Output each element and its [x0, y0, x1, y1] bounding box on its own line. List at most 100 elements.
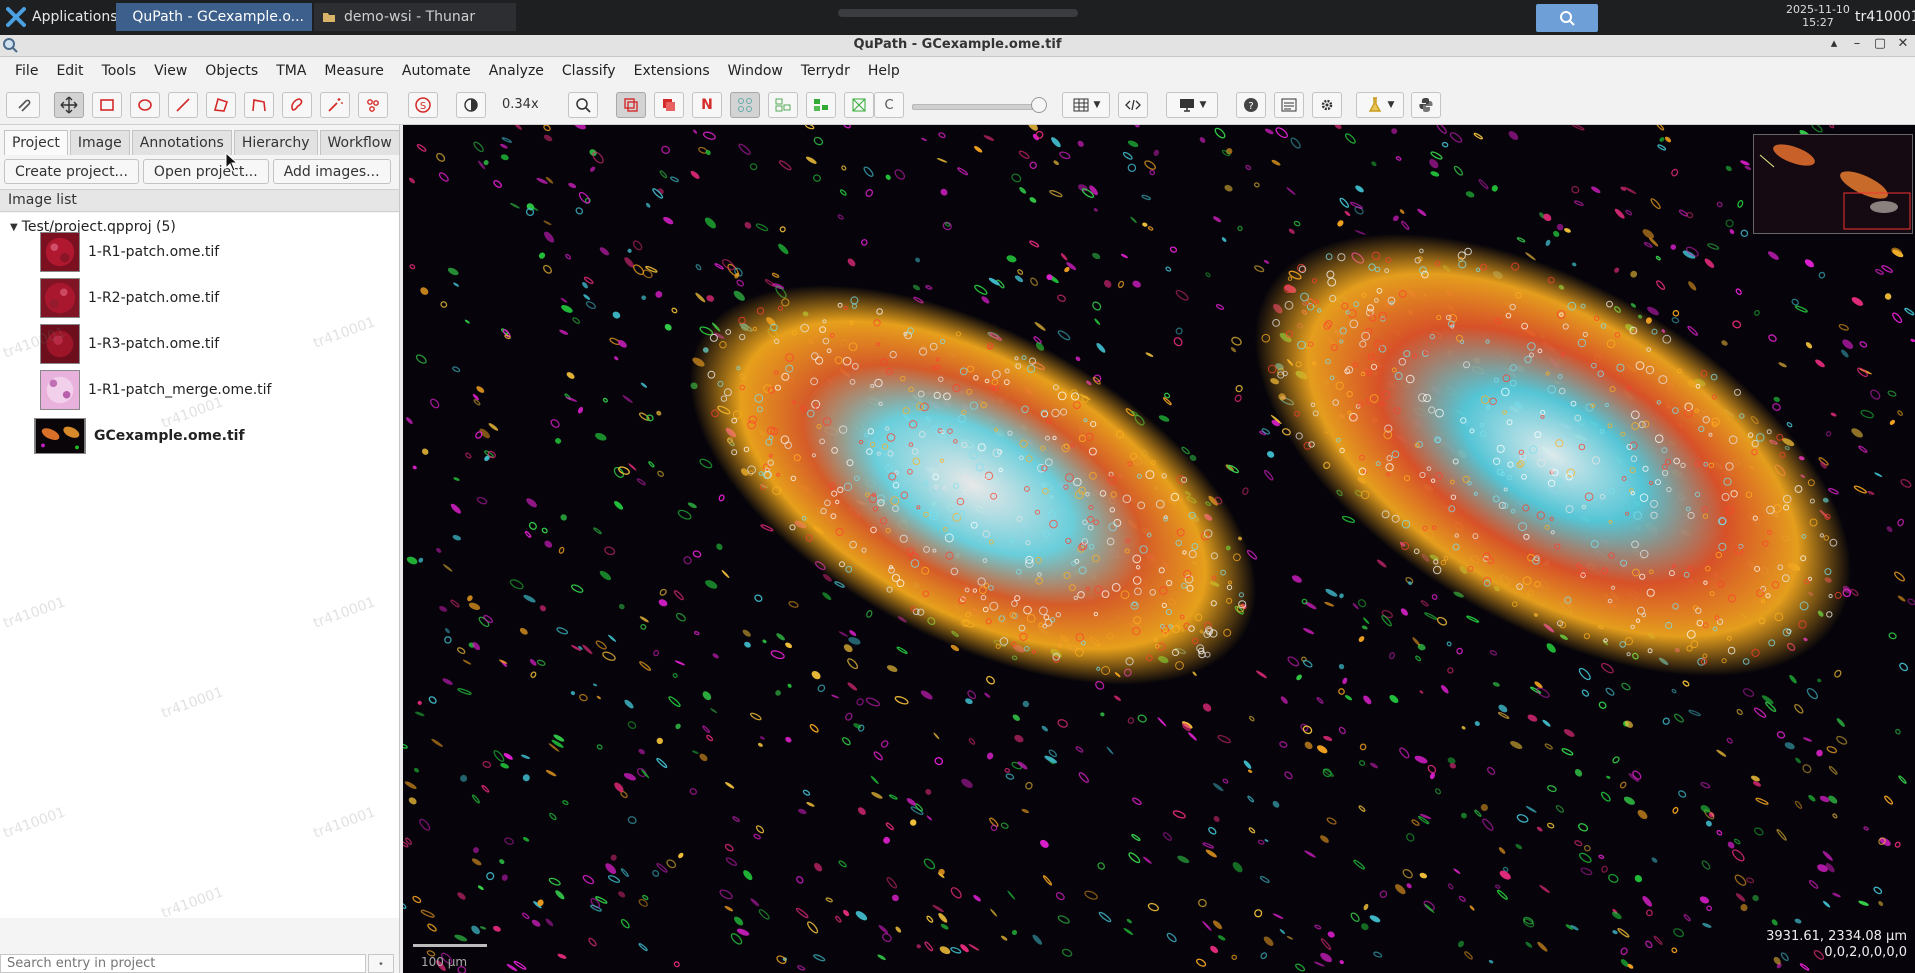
tab-project[interactable]: Project: [4, 130, 68, 155]
show-detections-button[interactable]: [768, 92, 798, 118]
show-tma-grid-button[interactable]: [730, 92, 760, 118]
mouse-pointer-icon: [225, 152, 239, 172]
menu-window[interactable]: Window: [719, 63, 792, 79]
tab-image[interactable]: Image: [69, 130, 130, 155]
overview-thumbnail[interactable]: [1753, 134, 1913, 234]
thumbnail-red-icon: [40, 232, 80, 272]
menu-classify[interactable]: Classify: [553, 63, 625, 79]
brush-icon: [291, 98, 303, 111]
desktop-taskbar: Applications ⋮ QuPath - GCexample.o... d…: [0, 0, 1915, 35]
list-item[interactable]: 1-R1-patch_merge.ome.tif: [40, 370, 271, 410]
window-titlebar[interactable]: QuPath - GCexample.ome.tif ▴ – ▢ ✕: [0, 35, 1915, 57]
open-project-button[interactable]: Open project...: [142, 159, 269, 184]
image-viewer[interactable]: 100 µm 3931.61, 2334.08 µm 0,0,2,0,0,0,0…: [403, 125, 1915, 973]
list-item[interactable]: 1-R2-patch.ome.tif: [40, 278, 219, 318]
rectangle-tool-button[interactable]: [92, 92, 122, 118]
move-arrows-icon: [60, 96, 78, 114]
tab-annotations[interactable]: Annotations: [131, 130, 232, 155]
tab-workflow[interactable]: Workflow: [319, 130, 400, 155]
preferences-button[interactable]: [1312, 92, 1342, 118]
window-maximize-button[interactable]: ▢: [1871, 36, 1889, 51]
show-pixel-classification-button[interactable]: C: [874, 92, 904, 118]
polygon-icon: [213, 97, 229, 112]
script-editor-button[interactable]: [1118, 92, 1148, 118]
disclosure-triangle-icon[interactable]: ▼: [10, 222, 18, 233]
fill-annotations-button[interactable]: [654, 92, 684, 118]
list-item[interactable]: 1-R3-patch.ome.tif: [40, 324, 219, 364]
menu-tools[interactable]: Tools: [93, 63, 146, 79]
tab-hierarchy[interactable]: Hierarchy: [233, 130, 318, 155]
opacity-slider-track[interactable]: [912, 104, 1044, 110]
show-analysis-pane-button[interactable]: [6, 92, 40, 118]
move-tool-button[interactable]: [54, 92, 84, 118]
analysis-pane: Project Image Annotations Hierarchy Work…: [0, 125, 400, 973]
menu-measure[interactable]: Measure: [315, 63, 393, 79]
project-search-input[interactable]: [0, 954, 366, 973]
line-icon: [176, 98, 190, 112]
search-launcher-button[interactable]: [1536, 4, 1598, 32]
polyline-tool-button[interactable]: [244, 92, 274, 118]
viewer-display-button[interactable]: ▼: [1166, 92, 1218, 118]
brightness-contrast-button[interactable]: [456, 92, 486, 118]
analysis-tabs: Project Image Annotations Hierarchy Work…: [4, 130, 400, 155]
polygon-tool-button[interactable]: [206, 92, 236, 118]
show-annotations-button[interactable]: [616, 92, 646, 118]
task-thunar[interactable]: demo-wsi - Thunar: [314, 3, 516, 31]
ellipse-tool-button[interactable]: [130, 92, 160, 118]
user-name[interactable]: tr410001: [1855, 9, 1915, 25]
grid-options-button[interactable]: ▼: [1062, 92, 1110, 118]
help-button[interactable]: ?: [1236, 92, 1266, 118]
help-icon: ?: [1244, 98, 1258, 112]
show-connections-button[interactable]: [844, 92, 874, 118]
menubar: File Edit Tools View Objects TMA Measure…: [0, 57, 1915, 85]
ellipse-icon: [138, 99, 152, 111]
window-minimize-button[interactable]: –: [1848, 36, 1866, 51]
menu-extensions[interactable]: Extensions: [625, 63, 719, 79]
folder-icon: [323, 13, 335, 22]
show-names-button[interactable]: N: [692, 92, 722, 118]
polyline-icon: [252, 99, 266, 112]
log-button[interactable]: [1274, 92, 1304, 118]
menu-objects[interactable]: Objects: [196, 63, 267, 79]
menu-edit[interactable]: Edit: [47, 63, 92, 79]
project-buttons: Create project... Open project... Add im…: [4, 159, 391, 184]
points-icon: [367, 99, 379, 112]
menu-view[interactable]: View: [145, 63, 196, 79]
magic-wand-icon: [328, 98, 343, 112]
task-qupath[interactable]: QuPath - GCexample.o...: [116, 3, 312, 31]
search-options-button[interactable]: ⋆: [368, 954, 394, 973]
opacity-slider-thumb[interactable]: [1031, 97, 1047, 113]
menu-help[interactable]: Help: [859, 63, 909, 79]
line-tool-button[interactable]: [168, 92, 198, 118]
code-icon: [1125, 99, 1141, 111]
menu-file[interactable]: File: [6, 63, 47, 79]
zoom-to-fit-button[interactable]: [568, 92, 598, 118]
workspace-bar: [838, 9, 1078, 17]
brush-tool-button[interactable]: [282, 92, 312, 118]
menu-terrydr[interactable]: Terrydr: [792, 63, 859, 79]
wand-tool-button[interactable]: [320, 92, 350, 118]
python-button[interactable]: [1411, 92, 1441, 118]
window-close-button[interactable]: ✕: [1894, 36, 1912, 51]
fill-annotations-icon: [663, 99, 675, 111]
fill-detections-button[interactable]: [806, 92, 836, 118]
create-project-button[interactable]: Create project...: [4, 159, 139, 184]
gear-icon: [1321, 99, 1333, 111]
thumbnail-red-icon: [40, 278, 80, 318]
selection-mode-button[interactable]: S: [408, 92, 438, 118]
add-images-button[interactable]: Add images...: [272, 159, 391, 184]
extensions-button[interactable]: ▼: [1356, 92, 1404, 118]
menu-automate[interactable]: Automate: [393, 63, 480, 79]
coordinates-channels: 0,0,2,0,0,0,0: [1824, 945, 1907, 960]
points-tool-button[interactable]: [358, 92, 388, 118]
svg-text:S: S: [420, 101, 426, 112]
list-item[interactable]: 1-R1-patch.ome.tif: [40, 232, 219, 272]
list-item-current[interactable]: GCexample.ome.tif: [34, 418, 245, 454]
menu-tma[interactable]: TMA: [267, 63, 315, 79]
monitor-icon: [1179, 99, 1194, 112]
clock[interactable]: 2025-11-10 15:27: [1786, 3, 1850, 29]
menu-analyze[interactable]: Analyze: [480, 63, 553, 79]
cursor-coordinates: 3931.61, 2334.08 µm 0,0,2,0,0,0,0: [1766, 929, 1907, 961]
contrast-icon: [464, 98, 478, 112]
window-shade-button[interactable]: ▴: [1825, 36, 1843, 51]
